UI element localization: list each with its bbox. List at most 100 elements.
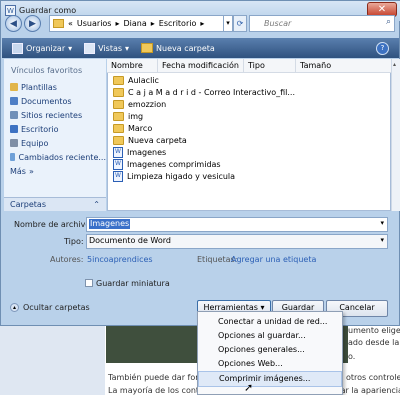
column-header-size[interactable]: Tamaño: [296, 59, 360, 73]
menu-item-map-network-drive[interactable]: Conectar a unidad de red...: [198, 315, 342, 329]
list-item[interactable]: img: [109, 110, 389, 122]
menu-item-general-options[interactable]: Opciones generales...: [198, 343, 342, 357]
file-name: img: [128, 111, 144, 121]
sidebar-item-mas[interactable]: Más »: [4, 164, 106, 178]
list-item[interactable]: emozzion: [109, 98, 389, 110]
search-input[interactable]: Buscar: [249, 15, 395, 32]
sidebar-item-label: Escritorio: [21, 124, 59, 134]
breadcrumb-item[interactable]: Usuarios: [77, 19, 112, 28]
search-icon[interactable]: ⌕: [386, 17, 391, 27]
word-doc-icon: W: [113, 170, 123, 182]
document-text: También puede dar for: [108, 373, 199, 382]
file-name: Imagenes: [127, 147, 167, 157]
folders-toggle[interactable]: Carpetas ⌃: [4, 197, 106, 211]
breadcrumb-separator-icon: ▸: [115, 19, 120, 28]
views-icon: [84, 42, 96, 54]
chevron-up-icon[interactable]: ▴: [10, 303, 19, 312]
sidebar-item-plantillas[interactable]: Plantillas: [4, 80, 106, 94]
recent-places-icon: [10, 111, 18, 119]
folder-icon: [113, 99, 124, 109]
document-text: otros controle: [346, 373, 400, 382]
word-doc-icon: W: [113, 158, 123, 170]
file-name: Aulaclic: [128, 75, 159, 85]
sidebar-item-label: Plantillas: [21, 82, 57, 92]
new-folder-label: Nueva carpeta: [156, 43, 215, 53]
list-item[interactable]: Aulaclic: [109, 74, 389, 86]
save-thumbnail-label: Guardar miniatura: [96, 279, 170, 288]
organize-menu[interactable]: Organizar ▾: [8, 42, 76, 54]
address-bar[interactable]: « Usuarios ▸ Diana ▸ Escritorio ▸: [49, 15, 231, 32]
save-thumbnail-checkbox[interactable]: [85, 279, 93, 287]
sidebar-item-label: Documentos: [21, 96, 72, 106]
chevron-up-icon: ⌃: [93, 200, 100, 209]
file-name: Limpieza higado y vesicula: [127, 171, 236, 181]
forward-button[interactable]: ▶: [24, 15, 41, 32]
menu-item-web-options[interactable]: Opciones Web...: [198, 357, 342, 371]
breadcrumb-overflow[interactable]: «: [68, 19, 73, 28]
file-rows: Aulaclic C a j a M a d r i d - Correo In…: [109, 74, 389, 182]
views-menu[interactable]: Vistas ▾: [80, 42, 133, 54]
hide-folders-button[interactable]: Ocultar carpetas: [23, 303, 90, 312]
file-list-header: Nombre Fecha modificación Tipo Tamaño: [107, 58, 391, 73]
folder-icon: [113, 123, 124, 133]
document-text: ado desde la ga: [348, 338, 400, 347]
organize-label: Organizar: [26, 43, 66, 53]
new-folder-button[interactable]: Nueva carpeta: [137, 43, 219, 53]
column-header-date[interactable]: Fecha modificación: [158, 58, 244, 73]
toolbar: Organizar ▾ Vistas ▾ Nueva carpeta ?: [2, 38, 399, 58]
save-as-dialog: W Guardar como ✕ ◀ ▶ « Usuarios ▸ Diana …: [0, 0, 400, 326]
cursor-icon: ➚: [244, 381, 254, 394]
documents-icon: [10, 97, 18, 105]
type-value: Documento de Word: [89, 236, 171, 245]
sidebar-item-label: Más: [10, 166, 26, 176]
chevron-down-icon: ▾: [125, 43, 130, 53]
list-item[interactable]: W Imagenes comprimidas: [109, 158, 389, 170]
views-label: Vistas: [98, 43, 123, 53]
help-icon[interactable]: ?: [372, 41, 393, 55]
sidebar-item-documentos[interactable]: Documentos: [4, 94, 106, 108]
refresh-icon[interactable]: ⟳: [233, 15, 247, 32]
sidebar-item-label: Equipo: [21, 138, 49, 148]
scroll-up-icon[interactable]: ▴: [393, 61, 396, 68]
document-text: umento eligen: [348, 326, 400, 335]
list-item[interactable]: Nueva carpeta: [109, 134, 389, 146]
column-header-name[interactable]: Nombre: [107, 58, 158, 73]
chevron-down-icon: ▾: [380, 236, 384, 244]
menu-item-save-options[interactable]: Opciones al guardar...: [198, 329, 342, 343]
file-list-scrollbar[interactable]: ▴: [391, 59, 400, 211]
chevron-right-icon: »: [28, 166, 34, 176]
filename-input[interactable]: Imagenes ▾: [86, 217, 388, 232]
type-select[interactable]: Documento de Word ▾: [86, 234, 388, 249]
breadcrumb-item[interactable]: Diana: [124, 19, 147, 28]
menu-item-compress-pictures[interactable]: Comprimir imágenes...: [198, 371, 342, 387]
word-doc-icon: W: [113, 146, 123, 158]
new-folder-icon: [141, 43, 154, 53]
chevron-down-icon[interactable]: ▾: [380, 219, 384, 227]
breadcrumb-item[interactable]: Escritorio: [159, 19, 197, 28]
column-header-type[interactable]: Tipo: [244, 58, 296, 73]
list-item[interactable]: W Limpieza higado y vesicula: [109, 170, 389, 182]
back-button[interactable]: ◀: [5, 15, 22, 32]
filename-value: Imagenes: [89, 219, 131, 229]
favorite-links-heading: Vínculos favoritos: [11, 66, 83, 75]
list-item[interactable]: Marco: [109, 122, 389, 134]
address-dropdown-icon[interactable]: ▾: [223, 15, 233, 32]
authors-value[interactable]: 5incoaprendices: [87, 255, 153, 264]
sidebar-item-equipo[interactable]: Equipo: [4, 136, 106, 150]
breadcrumb-separator-icon: ▸: [200, 19, 205, 28]
file-name: emozzion: [128, 99, 167, 109]
recently-changed-icon: [10, 153, 16, 161]
file-name: Nueva carpeta: [128, 135, 187, 145]
folder-icon: [113, 87, 124, 97]
sidebar-item-escritorio[interactable]: Escritorio: [4, 122, 106, 136]
file-name: Marco: [128, 123, 153, 133]
folder-icon: [113, 111, 124, 121]
sidebar-item-sitios-recientes[interactable]: Sitios recientes: [4, 108, 106, 122]
filename-label: Nombre de archivo:: [14, 220, 93, 229]
sidebar-item-cambiados-recientemente[interactable]: Cambiados reciente...: [4, 150, 106, 164]
folders-label: Carpetas: [10, 200, 46, 209]
list-item[interactable]: W Imagenes: [109, 146, 389, 158]
list-item[interactable]: C a j a M a d r i d - Correo Interactivo…: [109, 86, 389, 98]
file-name: C a j a M a d r i d - Correo Interactivo…: [128, 87, 296, 97]
tags-value[interactable]: Agregar una etiqueta: [231, 255, 316, 264]
